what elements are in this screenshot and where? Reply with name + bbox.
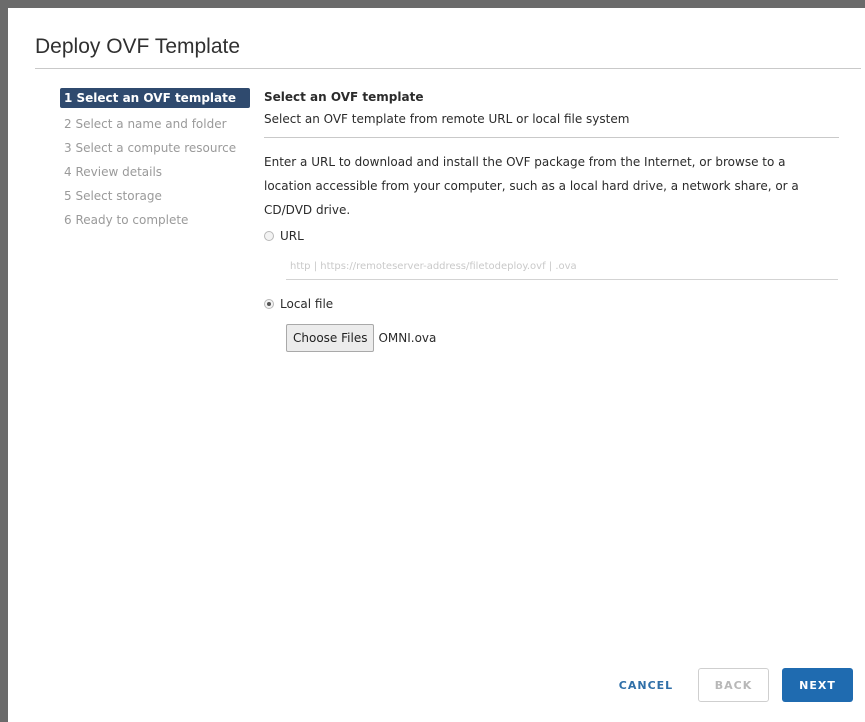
url-radio[interactable] xyxy=(264,231,274,241)
dialog-title: Deploy OVF Template xyxy=(35,35,241,58)
step-content: Select an OVF template Select an OVF tem… xyxy=(264,88,848,352)
back-button[interactable]: BACK xyxy=(698,668,769,702)
step-select-ovf-template[interactable]: 1 Select an OVF template xyxy=(60,88,250,108)
content-subheading: Select an OVF template from remote URL o… xyxy=(264,112,630,126)
content-description: Enter a URL to download and install the … xyxy=(264,155,799,217)
choose-files-button[interactable]: Choose Files xyxy=(286,324,375,352)
deploy-ovf-dialog: Deploy OVF Template 1 Select an OVF temp… xyxy=(8,8,865,722)
step-review-details[interactable]: 4 Review details xyxy=(60,160,250,184)
step-ready-to-complete[interactable]: 6 Ready to complete xyxy=(60,208,250,232)
wizard-steps: 1 Select an OVF template 2 Select a name… xyxy=(60,88,250,232)
local-file-radio[interactable] xyxy=(264,299,274,309)
url-input[interactable] xyxy=(286,254,838,280)
url-option-row[interactable]: URL xyxy=(264,226,848,246)
step-select-name-folder[interactable]: 2 Select a name and folder xyxy=(60,112,250,136)
next-button[interactable]: NEXT xyxy=(782,668,853,702)
selected-file-name: OMNI.ova xyxy=(378,331,437,345)
title-divider xyxy=(35,68,861,69)
local-file-radio-label[interactable]: Local file xyxy=(280,297,333,311)
content-divider xyxy=(264,137,839,138)
cancel-button[interactable]: CANCEL xyxy=(606,668,686,702)
file-picker: Choose Files OMNI.ova xyxy=(286,324,848,352)
content-heading: Select an OVF template xyxy=(264,90,424,104)
step-select-compute-resource[interactable]: 3 Select a compute resource xyxy=(60,136,250,160)
step-select-storage[interactable]: 5 Select storage xyxy=(60,184,250,208)
local-file-option-row[interactable]: Local file xyxy=(264,294,848,314)
url-radio-label[interactable]: URL xyxy=(280,229,304,243)
